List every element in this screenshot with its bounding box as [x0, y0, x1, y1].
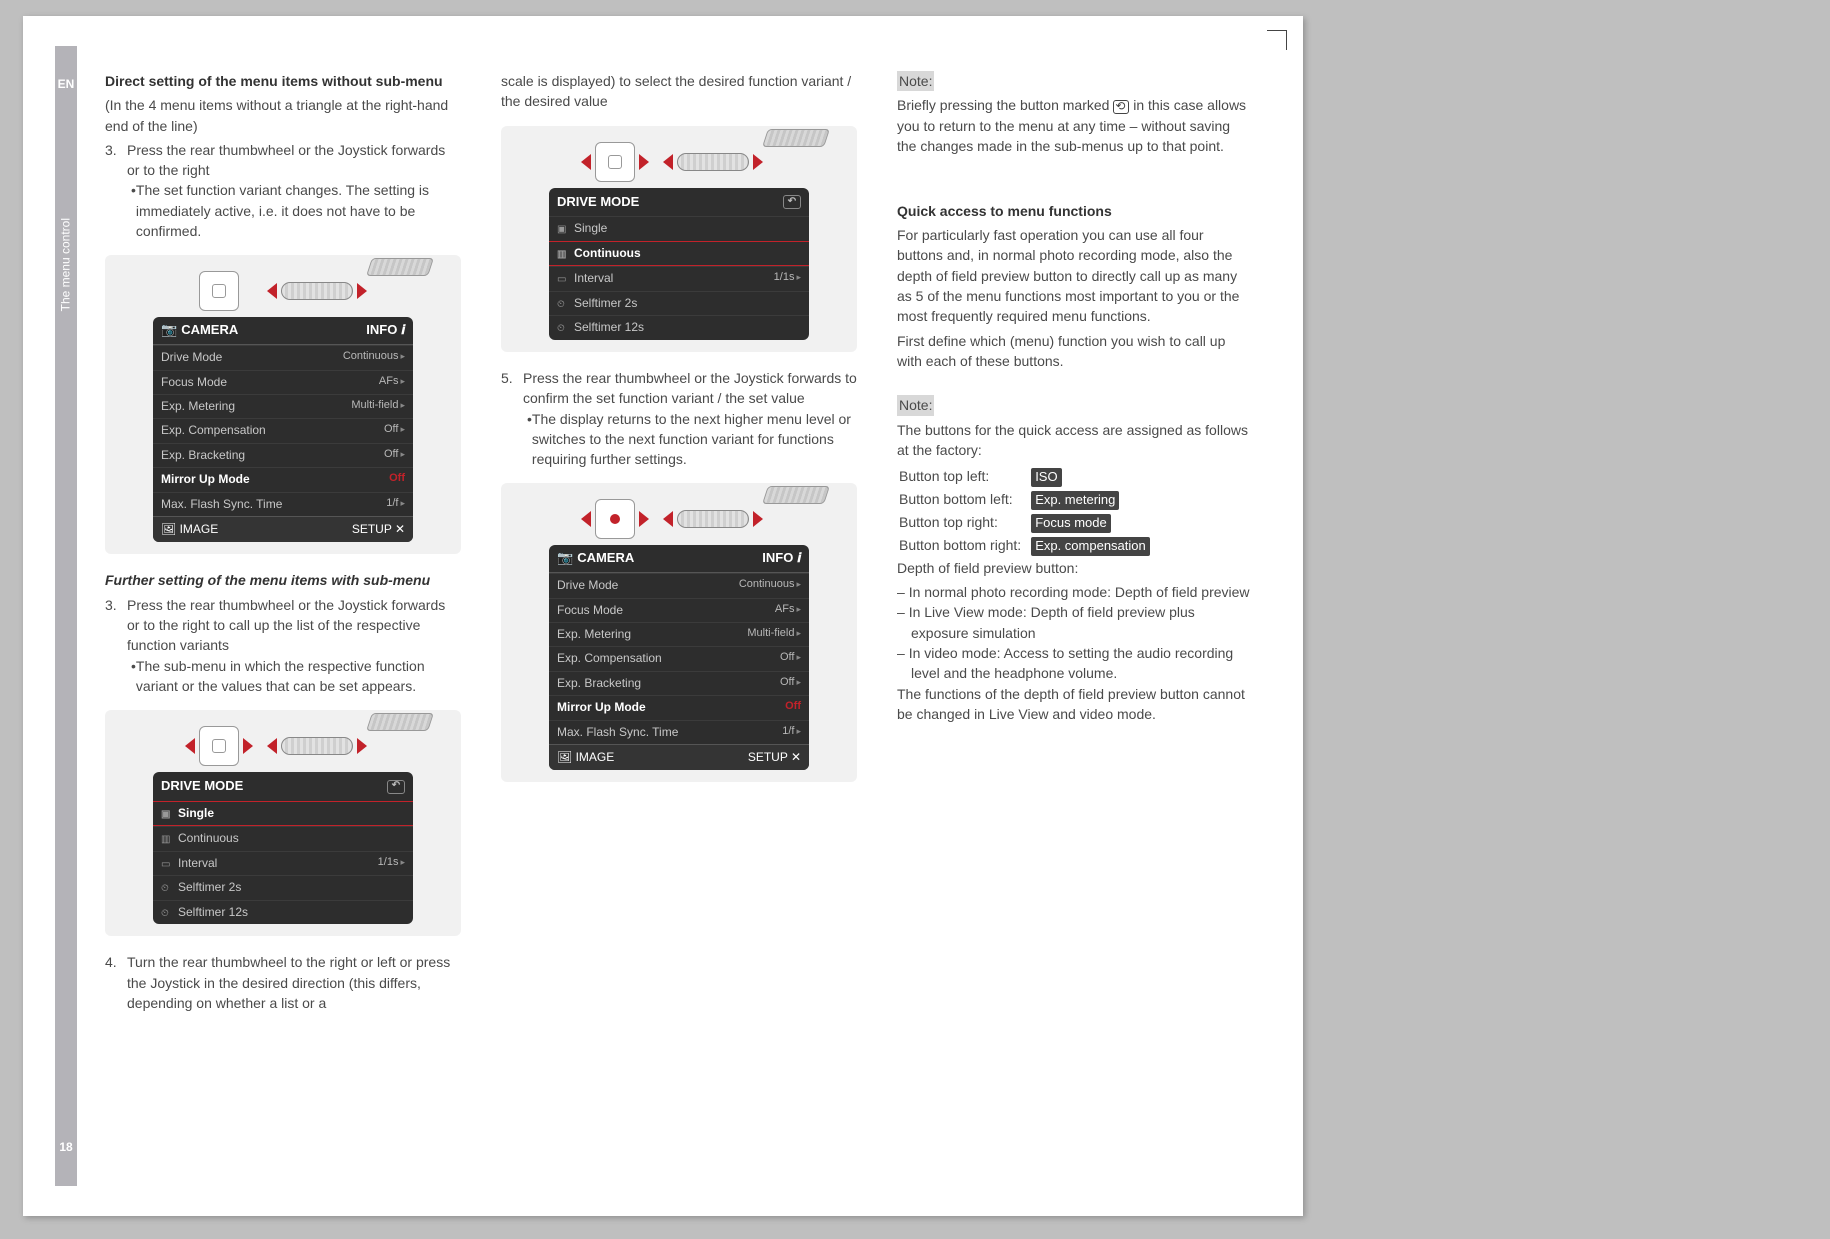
dof-heading: Depth of field preview button:	[897, 558, 1253, 578]
lcd-drive-menu-2: DRIVE MODE↶ ▣Single ▥Continuous ▭Interva…	[549, 188, 809, 340]
tag-focus-mode: Focus mode	[1031, 514, 1111, 533]
joystick-left-arrow-icon	[581, 154, 591, 170]
top-dial-icon	[762, 129, 830, 147]
side-title: The menu control	[57, 218, 74, 311]
note-heading-1: Note:	[897, 71, 934, 91]
joystick-right-arrow-icon	[639, 154, 649, 170]
tag-exp-comp: Exp. compensation	[1031, 537, 1150, 556]
step-4-text: Turn the rear thumbwheel to the right or…	[127, 952, 461, 1013]
top-dial-icon	[366, 713, 434, 731]
step-num: 4.	[105, 952, 127, 1013]
dof-item-3: In video mode: Access to setting the aud…	[911, 643, 1253, 684]
step-3-text: Press the rear thumbwheel or the Joystic…	[127, 142, 445, 178]
column-2: scale is displayed) to select the desire…	[501, 71, 857, 1013]
side-rail: EN The menu control 18	[55, 46, 77, 1186]
camera-illustration-2: DRIVE MODE↶ ▣Single ▥Continuous ▭Interva…	[105, 710, 461, 936]
dof-item-1: In normal photo recording mode: Depth of…	[911, 582, 1253, 602]
wheel-left-arrow-icon	[663, 154, 673, 170]
dof-last: The functions of the depth of field prev…	[897, 684, 1253, 725]
lang-tag: EN	[55, 76, 77, 93]
wheel-right-arrow-icon	[753, 511, 763, 527]
menu-header-right: INFO	[366, 321, 397, 340]
wheel-left-arrow-icon	[267, 283, 277, 299]
thumbwheel-icon	[677, 510, 749, 528]
page-number: 18	[55, 1139, 77, 1156]
page: EN The menu control 18 Direct setting of…	[23, 16, 1303, 1216]
back-icon: ↶	[387, 780, 405, 794]
wheel-left-arrow-icon	[663, 511, 673, 527]
thumbwheel-icon	[677, 153, 749, 171]
tag-exp-metering: Exp. metering	[1031, 491, 1119, 510]
joystick-icon	[595, 142, 635, 182]
note2-text: The buttons for the quick access are ass…	[897, 420, 1253, 461]
step-num: 3.	[105, 140, 127, 241]
col2-continued: scale is displayed) to select the desire…	[501, 71, 857, 112]
menu-header-left: CAMERA	[181, 321, 238, 340]
wheel-right-arrow-icon	[357, 738, 367, 754]
return-button-icon	[1113, 100, 1129, 114]
wheel-right-arrow-icon	[753, 154, 763, 170]
thumbwheel-icon	[281, 737, 353, 755]
step-num: 3.	[105, 595, 127, 696]
wheel-left-arrow-icon	[267, 738, 277, 754]
lcd-camera-menu: 📷 CAMERAINFO 𝒊 Drive ModeContinuous▸ Foc…	[153, 317, 413, 542]
column-3: Note: Briefly pressing the button marked…	[897, 71, 1253, 1013]
joystick-pressed-icon	[595, 499, 635, 539]
tag-iso: ISO	[1031, 468, 1061, 487]
subtitle-1: (In the 4 menu items without a triangle …	[105, 95, 461, 136]
camera-illustration-1: 📷 CAMERAINFO 𝒊 Drive ModeContinuous▸ Foc…	[105, 255, 461, 554]
joystick-left-arrow-icon	[185, 738, 195, 754]
heading-quick: Quick access to menu functions	[897, 203, 1112, 219]
joystick-right-arrow-icon	[639, 511, 649, 527]
step-3b-bullet: The sub-menu in which the respective fun…	[145, 656, 461, 697]
dof-item-2: In Live View mode: Depth of field previe…	[911, 602, 1253, 643]
note1-text: Briefly pressing the button marked in th…	[897, 95, 1253, 156]
joystick-right-arrow-icon	[243, 738, 253, 754]
note-heading-2: Note:	[897, 395, 934, 415]
column-1: Direct setting of the menu items without…	[105, 71, 461, 1013]
quick-p1: For particularly fast operation you can …	[897, 225, 1253, 326]
step-5-bullet: The display returns to the next higher m…	[541, 409, 857, 470]
camera-illustration-4: 📷 CAMERAINFO 𝒊 Drive ModeContinuous▸ Foc…	[501, 483, 857, 782]
content: Direct setting of the menu items without…	[105, 71, 1253, 1013]
thumbwheel-icon	[281, 282, 353, 300]
lcd-drive-menu-1: DRIVE MODE↶ ▣Single ▥Continuous ▭Interva…	[153, 772, 413, 924]
joystick-icon	[199, 271, 239, 311]
heading-further: Further setting of the menu items with s…	[105, 572, 430, 588]
joystick-left-arrow-icon	[581, 511, 591, 527]
wheel-right-arrow-icon	[357, 283, 367, 299]
top-dial-icon	[762, 486, 830, 504]
step-3b-text: Press the rear thumbwheel or the Joystic…	[127, 597, 445, 654]
joystick-icon	[199, 726, 239, 766]
quick-p2: First define which (menu) function you w…	[897, 331, 1253, 372]
factory-assignments: Button top left:ISO Button bottom left:E…	[897, 464, 1160, 557]
step-5-text: Press the rear thumbwheel or the Joystic…	[523, 370, 857, 406]
back-icon: ↶	[783, 195, 801, 209]
step-3-bullet: The set function variant changes. The se…	[145, 180, 461, 241]
step-num: 5.	[501, 368, 523, 469]
crop-mark-icon	[1267, 30, 1287, 50]
lcd-camera-menu-2: 📷 CAMERAINFO 𝒊 Drive ModeContinuous▸ Foc…	[549, 545, 809, 770]
camera-illustration-3: DRIVE MODE↶ ▣Single ▥Continuous ▭Interva…	[501, 126, 857, 352]
top-dial-icon	[366, 258, 434, 276]
heading-direct: Direct setting of the menu items without…	[105, 73, 443, 89]
